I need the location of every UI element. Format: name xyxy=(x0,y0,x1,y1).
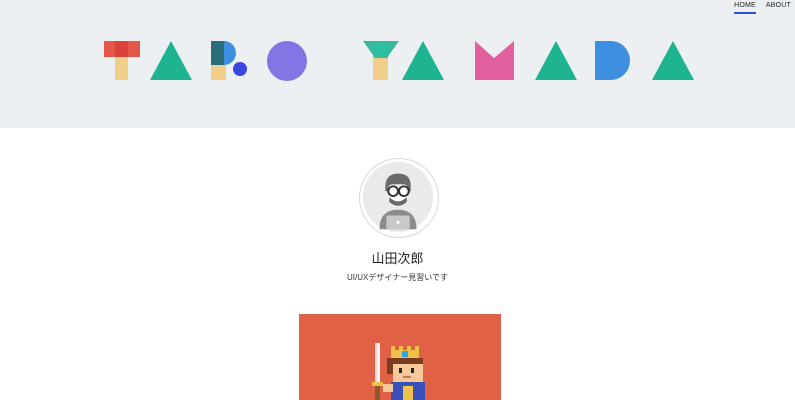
person-with-glasses-laptop-icon xyxy=(362,161,434,233)
profile-bio: UI/UXデザイナー見習いです xyxy=(347,273,448,282)
logo-letter-t xyxy=(104,41,140,80)
profile-name: 山田次郎 xyxy=(371,251,424,266)
logo-letter-r xyxy=(211,41,247,80)
taro-yamada-logo xyxy=(104,41,694,81)
pixel-knight-icon xyxy=(372,343,425,400)
avatar xyxy=(359,158,439,238)
logo-letter-y xyxy=(363,41,399,80)
hero-banner xyxy=(0,0,795,128)
logo-letter-a-3 xyxy=(535,41,577,80)
top-nav: HOME ABOUT xyxy=(734,0,795,14)
logo-letter-a-1 xyxy=(150,41,192,80)
logo-letter-a-4 xyxy=(652,41,694,80)
nav-about-link[interactable]: ABOUT xyxy=(766,2,791,14)
logo-letter-m xyxy=(475,41,514,80)
logo-letter-d xyxy=(595,41,630,80)
nav-home-link[interactable]: HOME xyxy=(734,2,756,14)
logo-letter-a-2 xyxy=(402,41,444,80)
featured-work-card[interactable] xyxy=(299,314,501,400)
logo-letter-o xyxy=(267,41,307,81)
